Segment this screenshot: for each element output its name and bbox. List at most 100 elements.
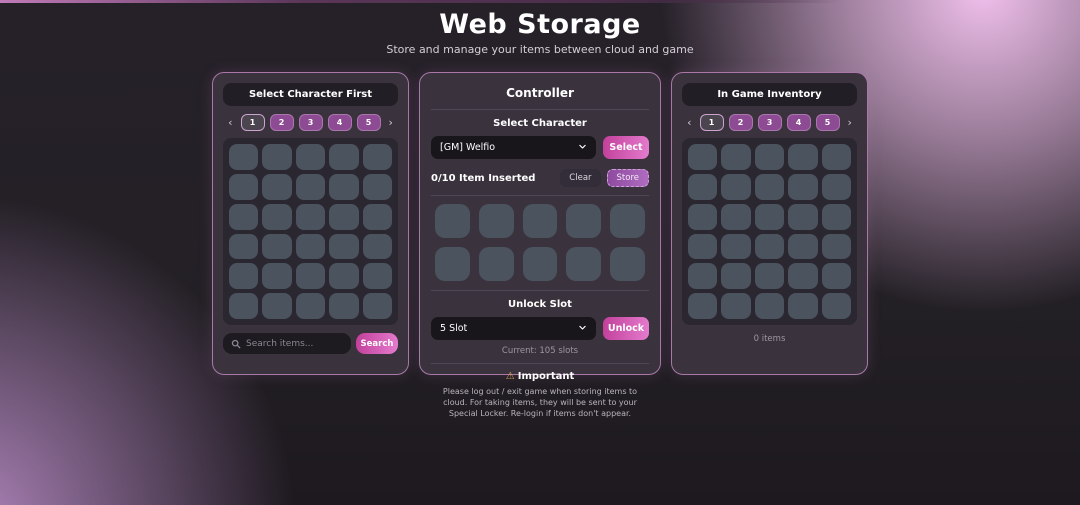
item-slot[interactable] [435, 247, 470, 281]
item-slot[interactable] [688, 233, 718, 260]
pager-page-3[interactable]: 3 [757, 114, 782, 131]
pager-page-1[interactable]: 1 [240, 114, 265, 131]
item-slot[interactable] [721, 203, 751, 230]
item-slot[interactable] [262, 263, 292, 290]
character-select[interactable]: [GM] Welfio [431, 136, 596, 159]
item-slot[interactable] [262, 203, 292, 230]
item-slot[interactable] [329, 203, 359, 230]
item-slot[interactable] [754, 203, 785, 230]
item-slot[interactable] [435, 204, 470, 238]
item-slot[interactable] [754, 293, 785, 319]
item-slot[interactable] [229, 144, 259, 170]
search-input[interactable] [246, 338, 343, 349]
item-slot[interactable] [295, 144, 326, 170]
item-slot[interactable] [522, 204, 558, 238]
item-slot[interactable] [821, 233, 851, 260]
search-row: Search [223, 333, 398, 354]
pager-page-2[interactable]: 2 [269, 114, 294, 131]
item-slot[interactable] [754, 233, 785, 260]
item-slot[interactable] [229, 173, 259, 200]
pager-next-icon[interactable]: › [845, 117, 855, 128]
item-slot[interactable] [721, 263, 751, 290]
unlock-slot-select[interactable]: 5 Slot [431, 317, 596, 340]
item-slot[interactable] [329, 293, 359, 319]
item-slot[interactable] [788, 203, 818, 230]
item-slot[interactable] [478, 247, 514, 281]
item-slot[interactable] [788, 144, 818, 170]
item-slot[interactable] [610, 247, 645, 281]
inventory-slot-grid [682, 138, 857, 325]
item-slot[interactable] [788, 173, 818, 200]
item-slot[interactable] [362, 173, 392, 200]
item-slot[interactable] [788, 233, 818, 260]
item-slot[interactable] [721, 293, 751, 319]
item-slot[interactable] [821, 293, 851, 319]
pager-page-4[interactable]: 4 [786, 114, 811, 131]
unlock-slot-row: 5 Slot Unlock [431, 317, 649, 340]
item-slot[interactable] [821, 173, 851, 200]
item-slot[interactable] [295, 293, 326, 319]
pager-page-1[interactable]: 1 [699, 114, 724, 131]
item-slot[interactable] [295, 263, 326, 290]
item-slot[interactable] [329, 144, 359, 170]
item-slot[interactable] [262, 144, 292, 170]
item-slot[interactable] [688, 263, 718, 290]
pager-page-5[interactable]: 5 [815, 114, 840, 131]
pager-page-2[interactable]: 2 [728, 114, 753, 131]
item-slot[interactable] [788, 293, 818, 319]
item-slot[interactable] [329, 233, 359, 260]
divider [431, 290, 649, 291]
item-slot[interactable] [329, 263, 359, 290]
item-slot[interactable] [362, 233, 392, 260]
item-slot[interactable] [478, 204, 514, 238]
inventory-pagination: ‹ 1 2 3 4 5 › [682, 114, 857, 131]
item-slot[interactable] [821, 263, 851, 290]
item-slot[interactable] [610, 204, 645, 238]
unlock-button[interactable]: Unlock [603, 317, 649, 340]
select-character-row: [GM] Welfio Select [431, 136, 649, 159]
store-button[interactable]: Store [606, 169, 649, 187]
search-button[interactable]: Search [356, 333, 398, 354]
item-slot[interactable] [688, 173, 718, 200]
pager-next-icon[interactable]: › [386, 117, 396, 128]
item-slot[interactable] [362, 144, 392, 170]
item-slot[interactable] [362, 263, 392, 290]
item-slot[interactable] [754, 263, 785, 290]
item-slot[interactable] [329, 173, 359, 200]
item-slot[interactable] [754, 173, 785, 200]
item-slot[interactable] [262, 233, 292, 260]
cloud-storage-panel: Select Character First ‹ 1 2 3 4 5 › Search [212, 72, 409, 375]
chevron-down-icon [578, 142, 587, 154]
item-slot[interactable] [721, 144, 751, 170]
item-slot[interactable] [362, 203, 392, 230]
item-slot[interactable] [229, 293, 259, 319]
item-slot[interactable] [821, 144, 851, 170]
item-slot[interactable] [362, 293, 392, 319]
item-slot[interactable] [262, 293, 292, 319]
pager-prev-icon[interactable]: ‹ [225, 117, 235, 128]
item-slot[interactable] [295, 173, 326, 200]
pager-page-4[interactable]: 4 [327, 114, 352, 131]
item-slot[interactable] [821, 203, 851, 230]
item-slot[interactable] [229, 233, 259, 260]
item-slot[interactable] [788, 263, 818, 290]
item-slot[interactable] [754, 144, 785, 170]
item-slot[interactable] [688, 203, 718, 230]
item-slot[interactable] [721, 233, 751, 260]
item-slot[interactable] [566, 247, 602, 281]
item-slot[interactable] [295, 203, 326, 230]
item-slot[interactable] [229, 263, 259, 290]
pager-page-5[interactable]: 5 [356, 114, 381, 131]
select-character-button[interactable]: Select [603, 136, 649, 159]
item-slot[interactable] [522, 247, 558, 281]
pager-prev-icon[interactable]: ‹ [684, 117, 694, 128]
item-slot[interactable] [262, 173, 292, 200]
pager-page-3[interactable]: 3 [298, 114, 323, 131]
item-slot[interactable] [688, 144, 718, 170]
item-slot[interactable] [566, 204, 602, 238]
item-slot[interactable] [688, 293, 718, 319]
clear-button[interactable]: Clear [560, 169, 601, 187]
item-slot[interactable] [229, 203, 259, 230]
item-slot[interactable] [295, 233, 326, 260]
item-slot[interactable] [721, 173, 751, 200]
